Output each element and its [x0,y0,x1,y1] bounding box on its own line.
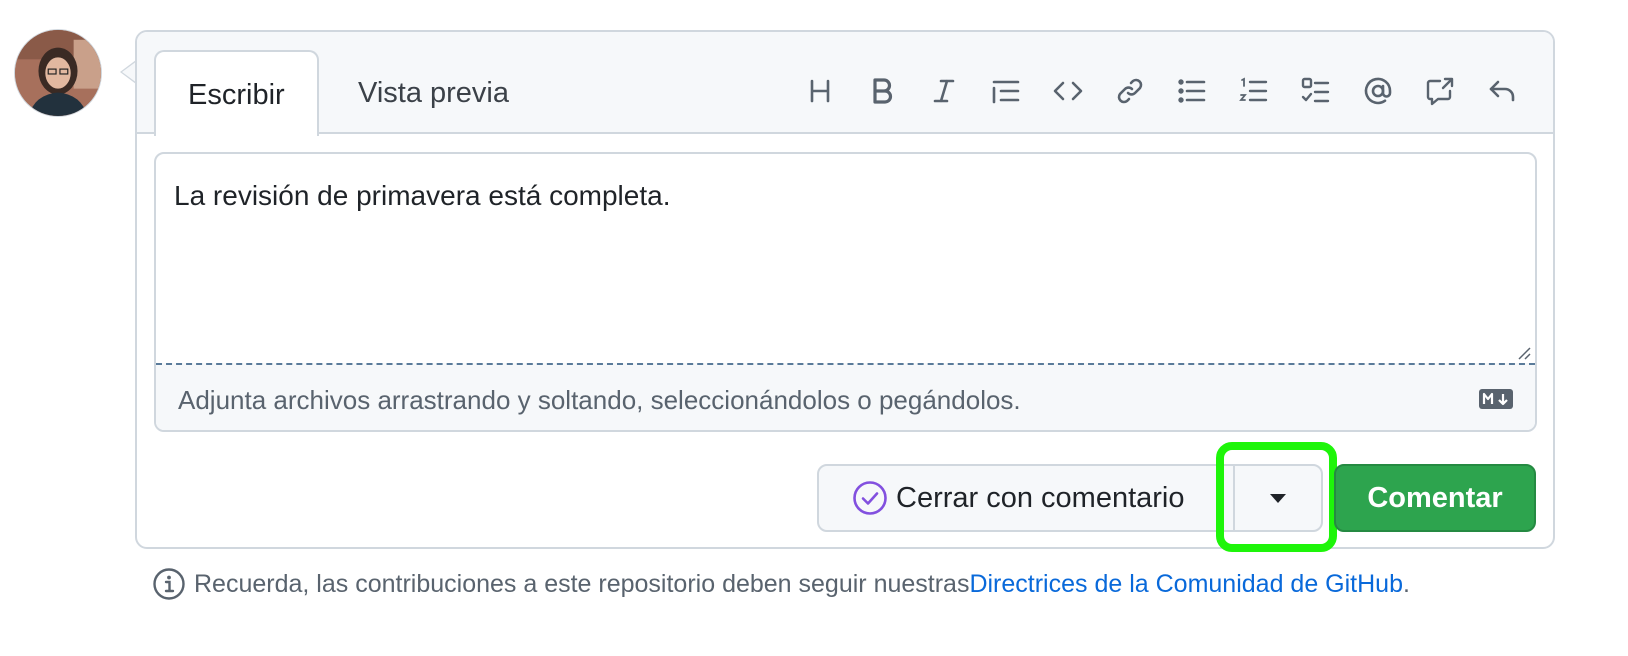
tab-preview[interactable]: Vista previa [326,50,541,136]
close-with-comment-label: Cerrar con comentario [896,481,1185,514]
italic-icon[interactable] [913,68,975,114]
comment-form: Escribir Vista previa La revisión de pri… [135,30,1555,552]
markdown-toolbar [789,68,1533,114]
footer-text: Recuerda, las contribuciones a este repo… [194,569,970,598]
comment-button[interactable]: Comentar [1334,464,1536,532]
footer-suffix: . [1403,569,1410,598]
heading-icon[interactable] [789,68,851,114]
reply-icon[interactable] [1471,68,1533,114]
code-icon[interactable] [1037,68,1099,114]
check-circle-icon [853,481,887,515]
user-avatar[interactable] [14,29,102,117]
community-guidelines-note: Recuerda, las contribuciones a este repo… [152,567,1410,601]
avatar-image [15,30,101,116]
quote-icon[interactable] [975,68,1037,114]
attach-hint: Adjunta archivos arrastrando y soltando,… [178,385,1021,415]
unordered-list-icon[interactable] [1161,68,1223,114]
editor-tab-header: Escribir Vista previa [137,32,1553,136]
markdown-icon[interactable] [1479,389,1513,409]
resize-handle-icon[interactable] [1515,344,1531,360]
mention-icon[interactable] [1347,68,1409,114]
ordered-list-icon[interactable] [1223,68,1285,114]
triangle-down-icon [1270,494,1286,503]
comment-text[interactable]: La revisión de primavera está completa. [174,180,670,212]
comment-textarea[interactable]: La revisión de primavera está completa. … [154,152,1537,432]
info-icon [153,568,185,600]
close-options-dropdown-button[interactable] [1233,464,1323,532]
task-list-icon[interactable] [1285,68,1347,114]
cross-reference-icon[interactable] [1409,68,1471,114]
bold-icon[interactable] [851,68,913,114]
link-icon[interactable] [1099,68,1161,114]
tab-write[interactable]: Escribir [154,50,319,136]
community-guidelines-link[interactable]: Directrices de la Comunidad de GitHub [969,570,1403,599]
close-with-comment-button[interactable]: Cerrar con comentario [817,464,1235,532]
file-attachment-bar[interactable]: Adjunta archivos arrastrando y soltando,… [156,363,1535,430]
